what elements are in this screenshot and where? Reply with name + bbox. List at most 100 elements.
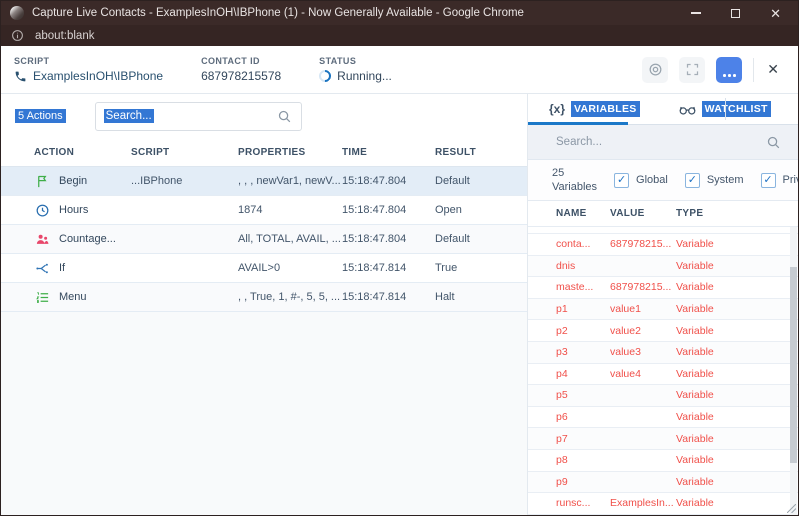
action-row[interactable]: IfAVAIL>015:18:47.814True — [1, 254, 527, 283]
title-bar: Capture Live Contacts - ExamplesInOH\IBP… — [1, 1, 798, 25]
actions-toolbar: 5 Actions Search... — [1, 94, 527, 138]
variable-row[interactable]: conta...687978215...Variable — [528, 234, 798, 256]
column-header-action[interactable]: ACTION — [34, 147, 131, 158]
action-label: Countage... — [59, 233, 116, 245]
variable-name: dnis — [556, 260, 610, 272]
action-row[interactable]: Begin...IBPhone, , , newVar1, newV...15:… — [1, 167, 527, 196]
panel-layout-dots — [716, 74, 742, 77]
status-value: Running... — [337, 69, 392, 83]
contact-id-value: 687978215578 — [201, 69, 281, 83]
action-label: Hours — [59, 204, 88, 216]
variable-name: p6 — [556, 411, 610, 423]
action-row[interactable]: Countage... All, TOTAL, AVAIL, ...15:18:4… — [1, 225, 527, 254]
variable-row[interactable]: p7Variable — [528, 428, 798, 450]
action-properties: All, TOTAL, AVAIL, ... — [238, 233, 342, 245]
column-header-name[interactable]: NAME — [556, 208, 610, 219]
variable-type: Variable — [676, 476, 798, 488]
variables-scrollbar[interactable] — [790, 227, 797, 516]
scrolled-partial-row — [528, 227, 798, 234]
maximize-button[interactable] — [731, 9, 740, 18]
variable-name: p9 — [556, 476, 610, 488]
variable-row[interactable]: p4value4Variable — [528, 364, 798, 386]
info-icon[interactable] — [11, 29, 24, 42]
script-value: ExamplesInOH\IBPhone — [33, 69, 163, 83]
action-row[interactable]: Menu, , True, 1, #-, 5, 5, ...15:18:47.8… — [1, 283, 527, 312]
column-header-value[interactable]: VALUE — [610, 208, 676, 219]
tabs-separator — [725, 98, 726, 120]
branch-icon — [34, 260, 50, 276]
column-header-properties[interactable]: PROPERTIES — [238, 147, 342, 158]
variable-type: Variable — [676, 325, 798, 337]
variable-name: conta... — [556, 238, 610, 250]
actions-table-body: Begin...IBPhone, , , newVar1, newV...15:… — [1, 167, 527, 312]
variable-name: p1 — [556, 303, 610, 315]
action-result: True — [435, 262, 527, 274]
variables-search-placeholder: Search... — [556, 136, 602, 148]
variable-row[interactable]: p8Variable — [528, 450, 798, 472]
variable-name: p8 — [556, 454, 610, 466]
panel-layout-button[interactable] — [716, 57, 742, 83]
flag-icon — [34, 173, 50, 189]
variable-row[interactable]: runsc...ExamplesIn...Variable — [528, 493, 798, 515]
column-header-type[interactable]: TYPE — [676, 208, 798, 219]
variable-type: Variable — [676, 260, 798, 272]
search-icon — [766, 135, 781, 150]
window-close-button[interactable]: ✕ — [770, 7, 781, 20]
column-header-time[interactable]: TIME — [342, 147, 435, 158]
action-label: If — [59, 262, 65, 274]
tab-variables-label: VARIABLES — [571, 101, 640, 117]
filter-label: System — [707, 174, 744, 186]
variable-type: Variable — [676, 346, 798, 358]
variable-row[interactable]: maste...687978215...Variable — [528, 277, 798, 299]
record-button[interactable] — [642, 57, 668, 83]
checkbox-icon[interactable]: ✓ — [685, 173, 700, 188]
action-time: 15:18:47.804 — [342, 233, 435, 245]
variable-row[interactable]: p2value2Variable — [528, 320, 798, 342]
header-separator — [753, 58, 754, 82]
minimize-button[interactable] — [691, 12, 701, 14]
filter-global[interactable]: ✓Global — [614, 173, 668, 188]
tab-variables[interactable]: {x} VARIABLES — [549, 101, 640, 117]
variable-name: p2 — [556, 325, 610, 337]
variable-row[interactable]: p3value3Variable — [528, 342, 798, 364]
script-label: SCRIPT — [14, 56, 163, 66]
variables-icon: {x} — [549, 102, 565, 116]
action-cell: If — [34, 260, 131, 276]
capture-close-button[interactable]: ✕ — [765, 61, 785, 78]
filter-system[interactable]: ✓ System — [685, 173, 744, 188]
action-result: Open — [435, 204, 527, 216]
variables-table-body-wrap: conta...687978215...Variable dnis Variable… — [528, 227, 798, 516]
variable-row[interactable]: p1value1Variable — [528, 299, 798, 321]
glasses-icon — [679, 103, 696, 116]
variables-table-header: NAME VALUE TYPE — [528, 201, 798, 227]
status-meta: STATUS Running... — [319, 56, 392, 83]
column-header-result[interactable]: RESULT — [435, 147, 527, 158]
url-text[interactable]: about:blank — [35, 30, 94, 42]
actions-table-header: ACTION SCRIPT PROPERTIES TIME RESULT — [1, 138, 527, 167]
resize-gripper-icon[interactable] — [787, 504, 796, 513]
checkbox-icon[interactable]: ✓ — [761, 173, 776, 188]
variable-name: p5 — [556, 389, 610, 401]
debugger-header: SCRIPT ExamplesInOH\IBPhone CONTACT ID 6… — [1, 46, 798, 94]
action-row[interactable]: Hours187415:18:47.804Open — [1, 196, 527, 225]
variable-type: Variable — [676, 433, 798, 445]
checkbox-icon[interactable]: ✓ — [614, 173, 629, 188]
filter-private[interactable]: ✓Private — [761, 173, 799, 188]
variable-name: maste... — [556, 281, 610, 293]
variable-value: value2 — [610, 325, 676, 337]
tab-watchlist-label: WATCHLIST — [702, 101, 771, 117]
variable-row[interactable]: p6Variable — [528, 407, 798, 429]
column-header-script[interactable]: SCRIPT — [131, 147, 238, 158]
spinner-icon — [317, 68, 334, 85]
variables-search-input[interactable]: Search... — [528, 125, 798, 160]
variable-row[interactable]: p5Variable — [528, 385, 798, 407]
actions-search-input[interactable]: Search... — [95, 102, 302, 131]
variable-row[interactable]: p9 Variable — [528, 472, 798, 494]
clock-icon — [34, 202, 50, 218]
expand-button[interactable] — [679, 57, 705, 83]
people-icon — [34, 231, 50, 247]
variable-row[interactable]: dnis Variable — [528, 256, 798, 278]
contact-id-meta: CONTACT ID 687978215578 — [201, 56, 281, 83]
scrollbar-thumb[interactable] — [790, 267, 797, 463]
status-label: STATUS — [319, 56, 392, 66]
